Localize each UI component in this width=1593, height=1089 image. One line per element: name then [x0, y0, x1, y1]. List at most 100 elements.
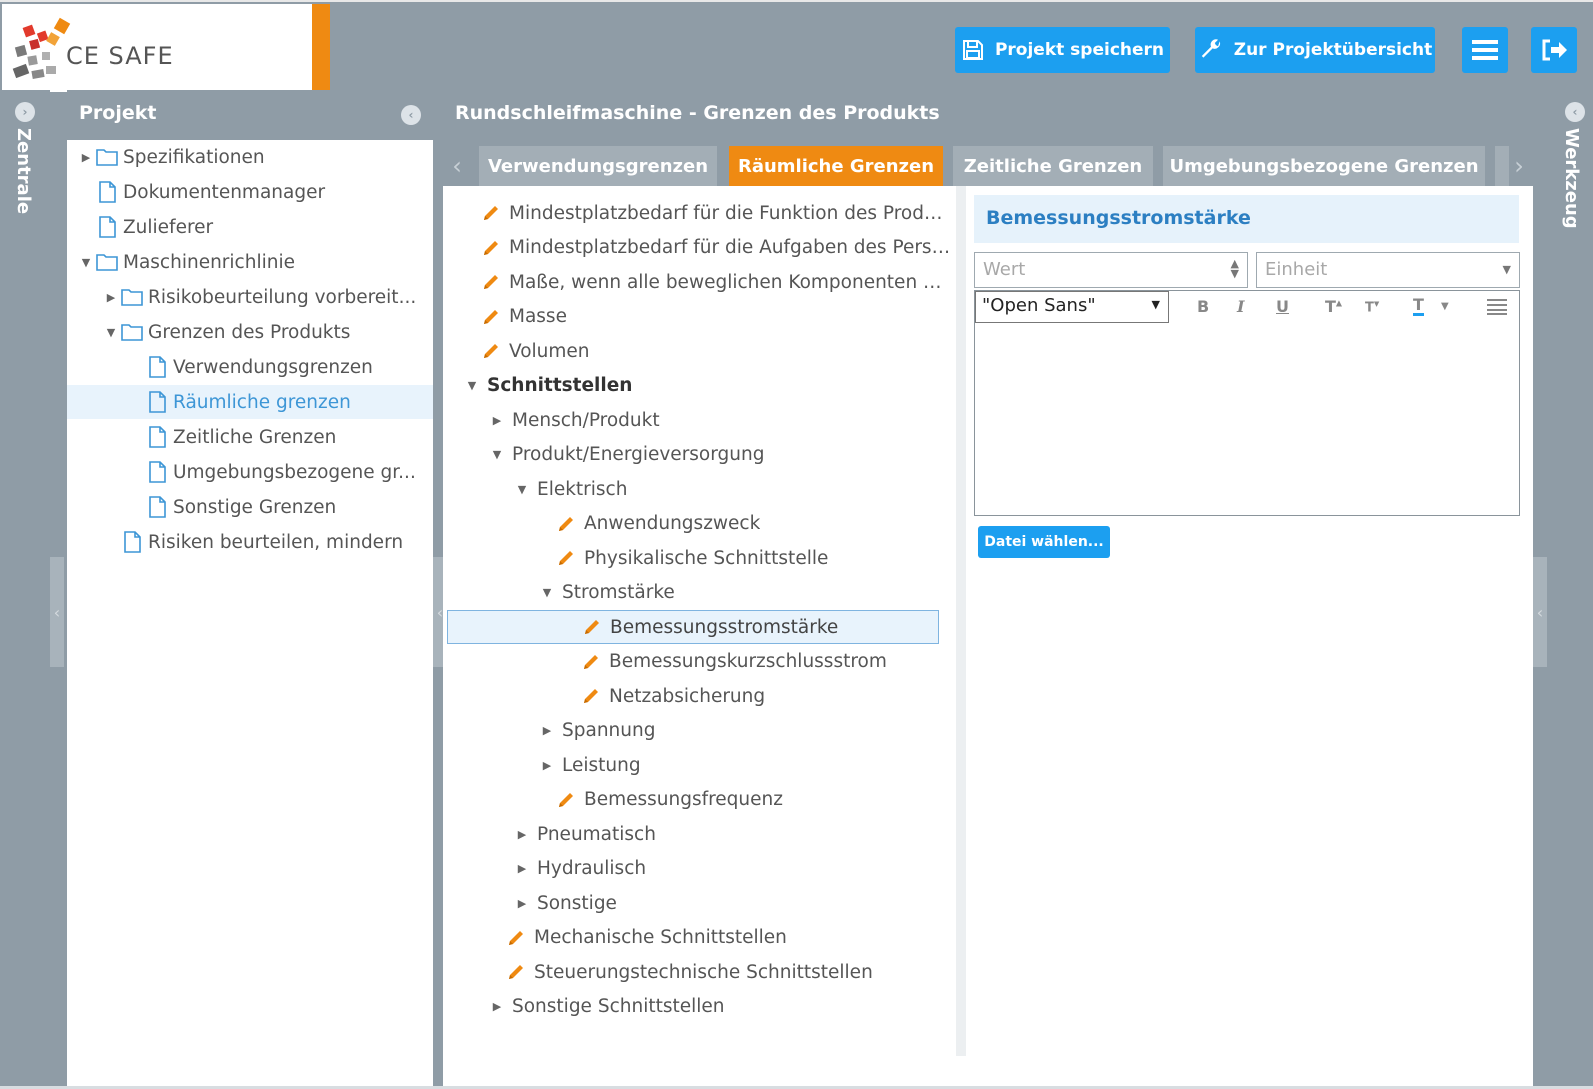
save-project-button[interactable]: Projekt speichern: [955, 27, 1170, 73]
content-tree-group[interactable]: ▼ Stromstärke: [538, 576, 934, 610]
collapse-circle-icon[interactable]: ‹: [1565, 102, 1585, 122]
collapse-icon[interactable]: ▼: [463, 379, 481, 392]
content-tree-leaf[interactable]: Volumen: [481, 334, 952, 368]
left-splitter-handle[interactable]: ‹: [50, 557, 64, 667]
content-tree-leaf[interactable]: Anwendungszweck: [556, 507, 952, 541]
expand-icon[interactable]: ▶: [513, 828, 531, 841]
logout-button[interactable]: [1531, 27, 1577, 73]
dropdown-arrow-icon: ▼: [1151, 298, 1160, 311]
font-color-button[interactable]: T: [1413, 297, 1424, 316]
zentrale-label[interactable]: Zentrale: [13, 128, 34, 214]
subscript-button[interactable]: T▼: [1365, 300, 1379, 315]
tab-scroll-right-icon[interactable]: ›: [1505, 146, 1533, 186]
project-tree-item[interactable]: Zulieferer: [77, 210, 213, 244]
right-rail[interactable]: ‹ Werkzeug: [1551, 90, 1593, 1086]
project-tree-item[interactable]: Umgebungsbezogene gr...: [127, 455, 416, 489]
project-tree-item[interactable]: Sonstige Grenzen: [127, 490, 336, 524]
save-project-label: Projekt speichern: [994, 40, 1165, 60]
tab-scroll-left-icon[interactable]: ‹: [443, 146, 471, 186]
value-input[interactable]: Wert ▲ ▼: [974, 252, 1248, 288]
project-tree-item[interactable]: ▶ Risikobeurteilung vorbereit...: [102, 280, 416, 314]
project-tree-item-label: Verwendungsgrenzen: [173, 356, 373, 378]
unit-select[interactable]: Einheit ▼: [1256, 252, 1520, 288]
project-tree-item-label: Zulieferer: [123, 216, 214, 238]
expand-icon[interactable]: ▶: [488, 1000, 506, 1013]
project-tree-item[interactable]: Räumliche grenzen: [67, 385, 433, 419]
tab-zeitliche-grenzen[interactable]: Zeitliche Grenzen: [953, 146, 1153, 186]
tab-raeumliche-grenzen[interactable]: Räumliche Grenzen: [729, 146, 943, 186]
project-tree-item[interactable]: ▼ Maschinenrichlinie: [77, 245, 295, 279]
content-tree-group[interactable]: ▶ Pneumatisch: [513, 817, 934, 851]
superscript-button[interactable]: T▲: [1325, 297, 1342, 316]
content-tree-group[interactable]: ▶ Spannung: [538, 714, 934, 748]
content-tree-leaf[interactable]: Mindestplatzbedarf für die Funktion des …: [481, 196, 952, 230]
logo-accent-bar: [312, 4, 330, 92]
font-family-select[interactable]: "Open Sans" ▼: [975, 291, 1169, 323]
project-overview-button[interactable]: Zur Projektübersicht: [1195, 27, 1435, 73]
expand-icon[interactable]: ▶: [513, 862, 531, 875]
italic-button[interactable]: I: [1237, 297, 1244, 316]
pencil-icon: [506, 928, 526, 948]
bold-button[interactable]: B: [1197, 297, 1209, 316]
expand-icon[interactable]: ▶: [513, 897, 531, 910]
content-tree-leaf[interactable]: Bemessungsstromstärke: [447, 610, 939, 644]
project-tree-item[interactable]: Zeitliche Grenzen: [127, 420, 336, 454]
project-tree-item[interactable]: Risiken beurteilen, mindern: [102, 525, 403, 559]
menu-button[interactable]: [1462, 27, 1508, 73]
content-tree-group[interactable]: ▶ Sonstige: [513, 886, 934, 920]
expand-icon[interactable]: ▶: [488, 414, 506, 427]
content-tree-group[interactable]: ▶ Sonstige Schnittstellen: [488, 990, 934, 1024]
expand-icon[interactable]: ▶: [538, 724, 556, 737]
tab-verwendungsgrenzen[interactable]: Verwendungsgrenzen: [479, 146, 717, 186]
pencil-icon: [481, 272, 501, 292]
project-tree-item[interactable]: Dokumentenmanager: [77, 175, 325, 209]
collapse-icon[interactable]: ▼: [488, 448, 506, 461]
expand-icon[interactable]: ▶: [102, 291, 120, 304]
logo[interactable]: CE SAFE: [2, 4, 312, 92]
right-splitter-handle[interactable]: ‹: [1533, 557, 1547, 667]
collapse-icon[interactable]: ▼: [102, 326, 120, 339]
project-tree-item[interactable]: ▼ Grenzen des Produkts: [102, 315, 351, 349]
detail-panel: Bemessungsstromstärke Wert ▲ ▼ Einheit ▼ …: [966, 186, 1533, 1066]
choose-file-button[interactable]: Datei wählen...: [978, 526, 1110, 558]
content-tree-group[interactable]: ▶ Hydraulisch: [513, 852, 934, 886]
expand-icon[interactable]: ▶: [77, 151, 95, 164]
content-tree-group[interactable]: ▼ Schnittstellen: [463, 369, 934, 403]
content-tree-group[interactable]: ▼ Produkt/Energieversorgung: [488, 438, 934, 472]
project-tree-item-label: Grenzen des Produkts: [148, 321, 351, 343]
content-tree-leaf[interactable]: Physikalische Schnittstelle: [556, 541, 952, 575]
content-tree-leaf[interactable]: Maße, wenn alle beweglichen Komponenten …: [481, 265, 952, 299]
collapse-icon[interactable]: ▼: [538, 586, 556, 599]
content-tree-leaf[interactable]: Bemessungsfrequenz: [556, 783, 952, 817]
content-tree-leaf[interactable]: Steuerungstechnische Schnittstellen: [506, 955, 952, 989]
align-justify-icon[interactable]: [1487, 299, 1507, 315]
rich-text-editor[interactable]: "Open Sans" ▼ B I U T▲ T▼ T ▼: [974, 290, 1520, 516]
content-tree-leaf[interactable]: Masse: [481, 300, 952, 334]
content-tree-label: Elektrisch: [537, 478, 628, 500]
collapse-circle-icon[interactable]: ›: [15, 102, 35, 122]
werkzeug-label[interactable]: Werkzeug: [1561, 128, 1582, 229]
project-tree-item[interactable]: ▶ Spezifikationen: [77, 140, 265, 174]
font-color-dropdown-icon[interactable]: ▼: [1441, 301, 1449, 312]
stepper-icon[interactable]: ▲ ▼: [1231, 258, 1239, 279]
content-tree-label: Stromstärke: [562, 582, 675, 603]
folder-icon: [95, 145, 119, 169]
underline-button[interactable]: U: [1276, 297, 1289, 316]
content-tree-label: Anwendungszweck: [584, 513, 761, 534]
content-tree-group[interactable]: ▼ Elektrisch: [513, 472, 934, 506]
content-tree-leaf[interactable]: Mechanische Schnittstellen: [506, 921, 952, 955]
collapse-icon[interactable]: ▼: [513, 483, 531, 496]
left-rail[interactable]: › Zentrale: [0, 90, 50, 1086]
project-tree-item[interactable]: Verwendungsgrenzen: [127, 350, 373, 384]
tab-umgebungsbezogene-grenzen[interactable]: Umgebungsbezogene Grenzen: [1163, 146, 1485, 186]
content-tree-leaf[interactable]: Bemessungskurzschlussstrom: [581, 645, 952, 679]
content-tree-leaf[interactable]: Netzabsicherung: [581, 679, 952, 713]
collapse-icon[interactable]: ▼: [77, 256, 95, 269]
expand-icon[interactable]: ▶: [538, 759, 556, 772]
wrench-icon: [1201, 39, 1220, 58]
content-tree-leaf[interactable]: Mindestplatzbedarf für die Aufgaben des …: [481, 231, 952, 265]
content-tree-group[interactable]: ▶ Leistung: [538, 748, 934, 782]
content-tree-label: Hydraulisch: [537, 858, 647, 879]
collapse-panel-icon[interactable]: ‹: [401, 105, 421, 125]
content-tree-group[interactable]: ▶ Mensch/Produkt: [488, 403, 934, 437]
